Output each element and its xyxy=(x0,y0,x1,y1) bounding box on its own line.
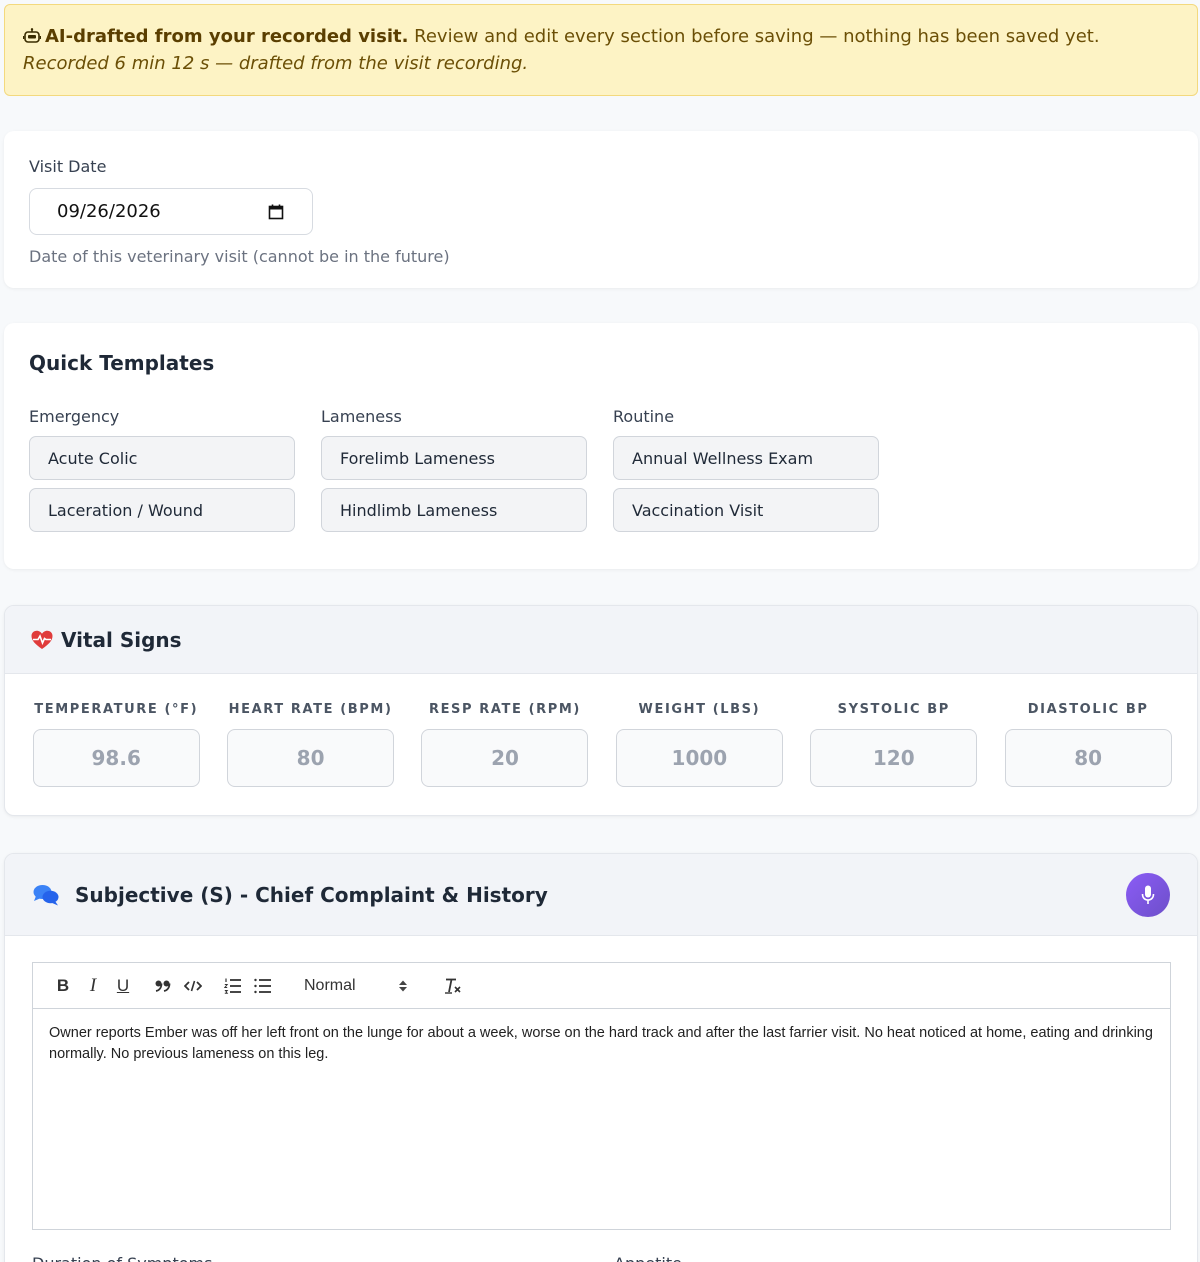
vital-resp-rate: RESP RATE (RPM) 20 xyxy=(421,702,616,787)
vital-label: SYSTOLIC BP xyxy=(837,702,950,717)
subjective-text-area[interactable]: Owner reports Ember was off her left fro… xyxy=(33,1009,1170,1079)
chat-bubbles-icon xyxy=(33,884,59,905)
template-group-emergency: Emergency Acute Colic Laceration / Wound xyxy=(29,407,321,540)
code-block-button[interactable] xyxy=(178,971,208,1001)
quote-icon xyxy=(155,980,171,992)
templates-grid: Emergency Acute Colic Laceration / Wound… xyxy=(29,407,1173,540)
ai-draft-banner: AI-drafted from your recorded visit. Rev… xyxy=(4,4,1198,96)
quick-templates-title: Quick Templates xyxy=(29,351,215,375)
template-group-label: Emergency xyxy=(29,407,120,426)
vital-label: RESP RATE (RPM) xyxy=(428,702,581,717)
template-group-label: Lameness xyxy=(321,407,402,426)
clear-format-icon xyxy=(445,978,461,994)
vital-signs-header: Vital Signs xyxy=(5,606,1197,674)
weight-input[interactable]: 1000 xyxy=(615,729,783,787)
template-group-routine: Routine Annual Wellness Exam Vaccination… xyxy=(613,407,905,540)
vital-label: DIASTOLIC BP xyxy=(1027,702,1149,717)
banner-message: AI-drafted from your recorded visit. Rev… xyxy=(23,25,1179,49)
bold-button[interactable]: B xyxy=(48,971,78,1001)
heartbeat-icon xyxy=(31,630,53,649)
template-laceration-button[interactable]: Laceration / Wound xyxy=(29,488,295,532)
vital-weight: WEIGHT (LBS) 1000 xyxy=(615,702,810,787)
systolic-input[interactable]: 120 xyxy=(810,729,978,787)
vital-label: HEART RATE (BPM) xyxy=(228,702,393,717)
template-hindlimb-lameness-button[interactable]: Hindlimb Lameness xyxy=(321,488,587,532)
template-annual-wellness-button[interactable]: Annual Wellness Exam xyxy=(613,436,879,480)
banner-subtext: Recorded 6 min 12 s — drafted from the v… xyxy=(23,53,529,74)
temperature-input[interactable]: 98.6 xyxy=(32,729,200,787)
subjective-card: Subjective (S) - Chief Complaint & Histo… xyxy=(4,853,1198,1262)
subjective-header: Subjective (S) - Chief Complaint & Histo… xyxy=(5,854,1197,936)
dictate-microphone-button[interactable] xyxy=(1126,873,1170,917)
blockquote-button[interactable] xyxy=(148,971,178,1001)
subjective-rich-text-editor: B I U Normal Owner reports Ember was off… xyxy=(32,962,1171,1230)
visit-date-card: Visit Date 09/26/2026 Date of this veter… xyxy=(4,131,1198,288)
subjective-title: Subjective (S) - Chief Complaint & Histo… xyxy=(75,882,548,907)
vital-diastolic: DIASTOLIC BP 80 xyxy=(1004,702,1197,787)
text-style-value: Normal xyxy=(304,976,356,994)
vital-temperature: TEMPERATURE (°F) 98.6 xyxy=(32,702,227,787)
visit-date-helper: Date of this veterinary visit (cannot be… xyxy=(29,247,450,266)
visit-date-input[interactable]: 09/26/2026 xyxy=(29,188,313,235)
editor-toolbar: B I U Normal xyxy=(33,963,1170,1009)
template-group-label: Routine xyxy=(613,407,675,426)
visit-date-value: 09/26/2026 xyxy=(57,201,161,222)
template-acute-colic-button[interactable]: Acute Colic xyxy=(29,436,295,480)
vital-signs-card: Vital Signs TEMPERATURE (°F) 98.6 HEART … xyxy=(4,605,1198,816)
vital-heart-rate: HEART RATE (BPM) 80 xyxy=(227,702,421,787)
clear-formatting-button[interactable] xyxy=(438,971,468,1001)
duration-of-symptoms-label: Duration of Symptoms xyxy=(32,1254,212,1262)
vitals-row: TEMPERATURE (°F) 98.6 HEART RATE (BPM) 8… xyxy=(5,674,1197,787)
vital-signs-title: Vital Signs xyxy=(61,627,182,652)
ordered-list-icon xyxy=(224,978,241,994)
diastolic-input[interactable]: 80 xyxy=(1004,729,1172,787)
banner-strong: AI-drafted from your recorded visit. xyxy=(45,26,409,47)
template-vaccination-button[interactable]: Vaccination Visit xyxy=(613,488,879,532)
vital-label: TEMPERATURE (°F) xyxy=(34,702,199,717)
heart-rate-input[interactable]: 80 xyxy=(227,729,395,787)
template-forelimb-lameness-button[interactable]: Forelimb Lameness xyxy=(321,436,587,480)
appetite-label: Appetite xyxy=(614,1254,682,1262)
code-icon xyxy=(184,980,202,991)
select-arrows-icon xyxy=(399,980,407,991)
robot-icon xyxy=(23,28,41,43)
microphone-icon xyxy=(1141,885,1155,904)
text-style-select[interactable]: Normal xyxy=(304,977,408,995)
calendar-icon[interactable] xyxy=(268,204,284,220)
vital-label: WEIGHT (LBS) xyxy=(638,702,761,717)
bullet-list-button[interactable] xyxy=(248,971,278,1001)
template-group-lameness: Lameness Forelimb Lameness Hindlimb Lame… xyxy=(321,407,613,540)
underline-button[interactable]: U xyxy=(108,971,138,1001)
resp-rate-input[interactable]: 20 xyxy=(421,729,589,787)
visit-date-label: Visit Date xyxy=(29,157,107,176)
ordered-list-button[interactable] xyxy=(218,971,248,1001)
quick-templates-card: Quick Templates Emergency Acute Colic La… xyxy=(4,323,1198,569)
bullet-list-icon xyxy=(254,978,271,993)
vital-systolic: SYSTOLIC BP 120 xyxy=(810,702,1005,787)
banner-text: Review and edit every section before sav… xyxy=(408,26,1100,47)
italic-button[interactable]: I xyxy=(78,971,108,1001)
